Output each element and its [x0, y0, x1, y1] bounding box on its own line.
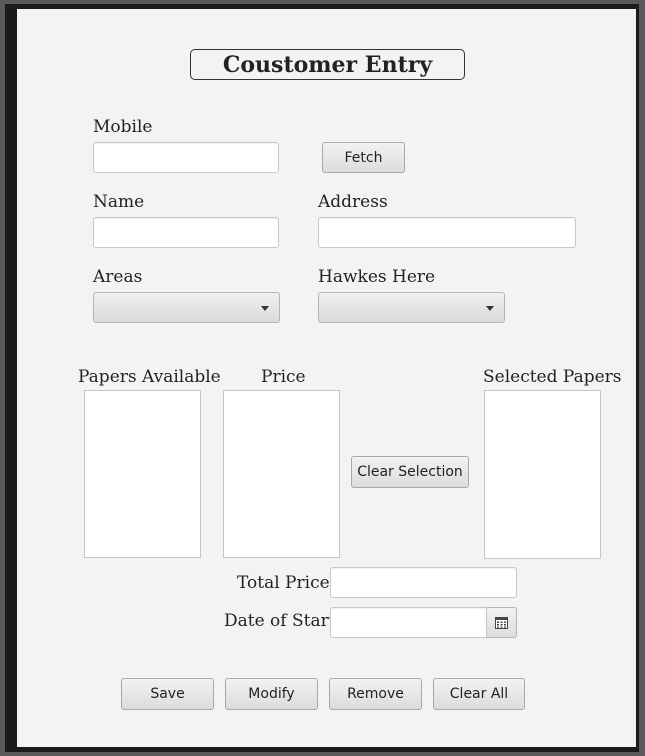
selected-papers-list[interactable] [484, 390, 601, 559]
date-of-start-label: Date of Start [224, 611, 336, 631]
calendar-icon [495, 616, 508, 629]
address-input[interactable] [318, 217, 576, 248]
price-label: Price [261, 367, 306, 387]
modify-button[interactable]: Modify [225, 678, 318, 710]
price-list[interactable] [223, 390, 340, 558]
name-input[interactable] [93, 217, 279, 248]
mobile-input[interactable] [93, 142, 279, 173]
total-price-input[interactable] [330, 567, 517, 598]
areas-label: Areas [93, 267, 143, 287]
date-picker-button[interactable] [486, 607, 517, 638]
chevron-down-icon [486, 306, 494, 311]
papers-available-list[interactable] [84, 390, 201, 558]
chevron-down-icon [261, 306, 269, 311]
form-title: Coustomer Entry [190, 49, 465, 80]
clear-selection-button[interactable]: Clear Selection [351, 456, 469, 488]
areas-dropdown[interactable] [93, 292, 280, 323]
hawker-dropdown[interactable] [318, 292, 505, 323]
papers-available-label: Papers Available [78, 367, 221, 387]
name-label: Name [93, 192, 145, 212]
hawker-label: Hawkes Here [318, 267, 436, 287]
mobile-label: Mobile [93, 117, 153, 137]
clear-all-button[interactable]: Clear All [433, 678, 525, 710]
fetch-button[interactable]: Fetch [322, 142, 405, 173]
selected-papers-label: Selected Papers [483, 367, 622, 387]
remove-button[interactable]: Remove [329, 678, 422, 710]
total-price-label: Total Price [237, 573, 330, 593]
address-label: Address [318, 192, 388, 212]
save-button[interactable]: Save [121, 678, 214, 710]
date-of-start-input[interactable] [330, 607, 487, 638]
